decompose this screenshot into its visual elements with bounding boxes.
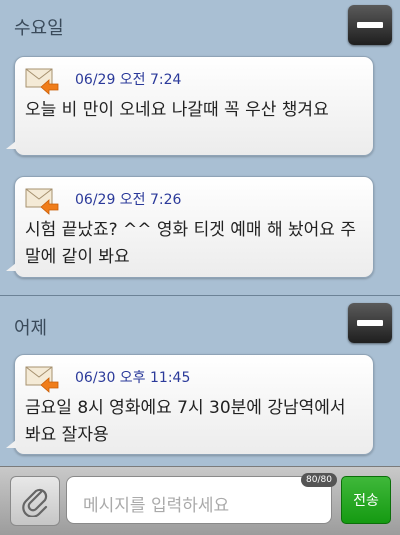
character-counter: 80/80 <box>301 473 337 487</box>
message-bubble[interactable]: 06/29 오전 7:24 오늘 비 만이 오네요 나갈때 꼭 우산 챙겨요 <box>6 56 374 156</box>
message-timestamp: 06/30 오후 11:45 <box>75 370 191 386</box>
envelope-reply-icon <box>25 68 59 95</box>
message-bubble[interactable]: 06/30 오후 11:45 금요일 8시 영화에요 7시 30분에 강남역에서… <box>6 354 374 455</box>
collapse-button[interactable] <box>348 303 392 343</box>
minus-icon <box>357 320 383 326</box>
minus-icon <box>357 22 383 28</box>
attach-button[interactable] <box>10 476 60 526</box>
message-timestamp: 06/29 오전 7:24 <box>75 72 182 88</box>
message-timestamp: 06/29 오전 7:26 <box>75 192 182 208</box>
message-text: 시험 끝났죠? ^^ 영화 티겟 예매 해 놨어요 주말에 같이 봐요 <box>25 220 356 267</box>
envelope-reply-icon <box>25 366 59 393</box>
message-input[interactable]: 메시지를 입력하세요 <box>66 476 332 524</box>
message-bubble[interactable]: 06/29 오전 7:26 시험 끝났죠? ^^ 영화 티겟 예매 해 놨어요 … <box>6 176 374 278</box>
collapse-button[interactable] <box>348 5 392 45</box>
compose-bar: 메시지를 입력하세요 전송 <box>0 466 400 535</box>
day-header: 수요일 <box>14 18 64 39</box>
envelope-reply-icon <box>25 188 59 215</box>
message-text: 오늘 비 만이 오네요 나갈때 꼭 우산 챙겨요 <box>25 100 329 120</box>
message-text: 금요일 8시 영화에요 7시 30분에 강남역에서 봐요 잘자용 <box>25 398 346 445</box>
paperclip-icon <box>22 488 48 517</box>
day-section-wednesday: 수요일 06/29 오전 7:24 오늘 비 만이 오네요 나갈때 꼭 우산 챙… <box>0 0 400 295</box>
day-section-yesterday: 어제 06/30 오후 11:45 금요일 8시 영화에요 7시 30분에 강남… <box>0 296 400 466</box>
day-header: 어제 <box>14 318 48 339</box>
send-button[interactable]: 전송 <box>341 476 391 524</box>
message-input-placeholder: 메시지를 입력하세요 <box>83 496 230 516</box>
